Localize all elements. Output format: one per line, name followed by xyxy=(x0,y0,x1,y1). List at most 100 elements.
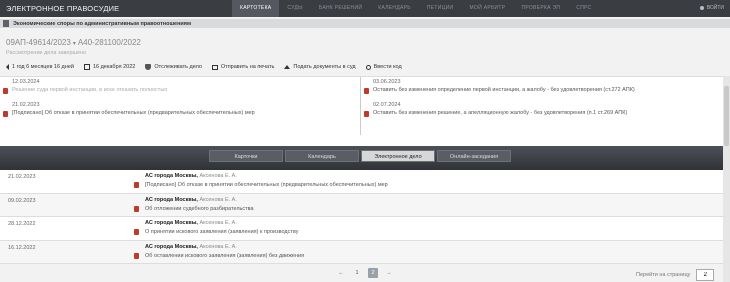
document-description[interactable]: Об отложении судебного разбирательства xyxy=(145,206,254,212)
case-number-primary[interactable]: 09АП-49614/2023 xyxy=(6,38,71,47)
document-icon xyxy=(3,20,9,27)
submit-documents-button[interactable]: Подать документы в суд xyxy=(284,64,356,70)
pdf-icon[interactable] xyxy=(134,229,139,235)
nav-item-my-arbiter[interactable]: МОЙ АРБИТР xyxy=(461,0,513,17)
document-description[interactable]: Об оставлении искового заявления (заявле… xyxy=(145,253,304,259)
goto-page-input[interactable] xyxy=(696,269,715,281)
instance-event[interactable]: 02.07.2024 Оставить без изменения решени… xyxy=(364,102,723,117)
instance-event[interactable]: 03.06.2023 Оставить без изменения опреде… xyxy=(364,79,723,94)
instance-event[interactable]: 21.02.2023 [Подписано] Об отказе в приня… xyxy=(3,102,360,117)
goto-page: Перейти на страницу xyxy=(636,269,715,281)
back-icon xyxy=(6,64,9,70)
document-date: 09.02.2023 xyxy=(8,197,36,204)
nav-item-decisions-bank[interactable]: БАНК РЕШЕНИЙ xyxy=(311,0,370,17)
tab-calendar[interactable]: Календарь xyxy=(285,150,359,162)
event-date: 12.03.2024 xyxy=(12,79,40,85)
document-description[interactable]: [Подписано] Об отказе в принятии обеспеч… xyxy=(145,182,388,188)
case-duration-label: 1 год 6 месяцев 16 дней xyxy=(12,64,74,70)
document-court: АС города Москвы, Аксенова Е. А. xyxy=(145,244,237,250)
court-name: АС города Москвы, xyxy=(145,220,198,226)
event-description: [Подписано] Об отказе в принятии обеспеч… xyxy=(12,110,255,116)
top-navigation-bar: ЭЛЕКТРОННОЕ ПРАВОСУДИЕ КАРТОТЕКА СУДЫ БА… xyxy=(0,0,730,17)
case-category-bar: Экономические споры по административным … xyxy=(0,19,730,28)
judge-name: Аксенова Е. А. xyxy=(197,243,237,250)
case-duration: 1 год 6 месяцев 16 дней xyxy=(6,64,74,70)
instance-event[interactable]: 12.03.2024 Решение суда первой инстанции… xyxy=(3,79,360,94)
next-page-button[interactable]: → xyxy=(384,268,394,278)
document-description[interactable]: О принятии искового заявления (заявления… xyxy=(145,229,298,235)
case-tabs: Карточки Календарь Электронное дело Онла… xyxy=(209,150,511,162)
track-case-button[interactable]: Отслеживать дело xyxy=(145,64,202,70)
login-label: ВОЙТИ xyxy=(706,5,724,11)
court-name: АС города Москвы, xyxy=(145,243,198,250)
case-date-label: 16 декабря 2022 xyxy=(92,64,136,70)
nav-item-courts[interactable]: СУДЫ xyxy=(279,0,310,17)
pdf-icon[interactable] xyxy=(134,252,139,259)
document-court: АС города Москвы, Аксенова Е. А. xyxy=(145,173,237,179)
main-nav: КАРТОТЕКА СУДЫ БАНК РЕШЕНИЙ КАЛЕНДАРЬ ПЕ… xyxy=(232,0,600,17)
site-logo[interactable]: ЭЛЕКТРОННОЕ ПРАВОСУДИЕ xyxy=(6,4,119,13)
list-item[interactable]: 16.12.2022 АС города Москвы, Аксенова Е.… xyxy=(0,240,723,264)
upload-icon xyxy=(284,65,291,69)
case-number: 09АП-49614/2023 ▾ А40-281100/2022 xyxy=(6,38,141,47)
event-date: 02.07.2024 xyxy=(373,102,401,108)
pdf-icon[interactable] xyxy=(134,205,139,212)
key-icon xyxy=(365,64,371,70)
print-icon xyxy=(211,64,218,70)
scrollbar-thumb[interactable] xyxy=(724,86,729,146)
list-item[interactable]: 28.12.2022 АС города Москвы, Аксенова Е.… xyxy=(0,217,723,241)
event-description: Решение суда первой инстанции, в иске от… xyxy=(12,87,168,93)
tab-electronic-case[interactable]: Электронное дело xyxy=(361,150,435,162)
prev-page-button[interactable]: ← xyxy=(336,268,346,278)
calendar-icon xyxy=(83,64,90,70)
submit-documents-label: Подать документы в суд xyxy=(293,64,356,70)
goto-page-label: Перейти на страницу xyxy=(636,272,691,278)
case-toolbar: 1 год 6 месяцев 16 дней 16 декабря 2022 … xyxy=(6,64,402,70)
document-date: 28.12.2022 xyxy=(8,221,36,227)
event-description: Оставить без изменения решение, а апелля… xyxy=(373,110,628,116)
print-label: Отправить на печать xyxy=(220,64,275,70)
event-date: 21.02.2023 xyxy=(12,102,40,108)
page-2-button[interactable]: 2 xyxy=(368,268,378,278)
judge-name: Аксенова Е. А. xyxy=(197,220,237,226)
court-name: АС города Москвы, xyxy=(145,173,198,179)
list-item[interactable]: 09.02.2023 АС города Москвы, Аксенова Е.… xyxy=(0,193,723,217)
case-header: 09АП-49614/2023 ▾ А40-281100/2022 Рассмотр… xyxy=(6,38,141,56)
pdf-icon[interactable] xyxy=(3,88,8,94)
pagination-buttons: ← 1 2 → xyxy=(336,268,394,278)
document-date: 16.12.2022 xyxy=(8,244,36,251)
page-1-button[interactable]: 1 xyxy=(352,268,362,278)
nav-item-signature-check[interactable]: ПРОВЕРКА ЭП xyxy=(513,0,568,17)
pdf-icon[interactable] xyxy=(134,182,139,188)
court-name: АС города Москвы, xyxy=(145,196,198,203)
user-icon xyxy=(699,6,704,10)
pdf-icon[interactable] xyxy=(3,111,8,117)
appeal-instance-column: 03.06.2023 Оставить без изменения опреде… xyxy=(360,77,723,135)
event-description: Оставить без изменения определение перво… xyxy=(373,87,635,93)
page-scrollbar[interactable] xyxy=(723,76,730,282)
pagination: ← 1 2 → Перейти на страницу xyxy=(0,266,723,282)
instances-panel: 12.03.2024 Решение суда первой инстанции… xyxy=(0,76,723,146)
shield-icon xyxy=(145,64,152,70)
judge-name: Аксенова Е. А. xyxy=(197,196,237,203)
chevron-down-icon[interactable]: ▾ xyxy=(73,41,76,47)
enter-code-button[interactable]: Ввести код xyxy=(365,64,402,70)
login-link[interactable]: ВОЙТИ xyxy=(699,5,724,11)
nav-item-sprs[interactable]: СПРС xyxy=(568,0,599,17)
document-court: АС города Москвы, Аксенова Е. А. xyxy=(145,197,237,203)
case-category: Экономические споры по административным … xyxy=(13,20,192,27)
first-instance-column: 12.03.2024 Решение суда первой инстанции… xyxy=(0,77,360,117)
event-date: 03.06.2023 xyxy=(373,79,401,85)
pdf-icon[interactable] xyxy=(364,88,369,94)
nav-item-calendar[interactable]: КАЛЕНДАРЬ xyxy=(370,0,419,17)
nav-item-petitions[interactable]: ПЕТИЦИИ xyxy=(419,0,462,17)
tab-online-hearings[interactable]: Онлайн-заседания xyxy=(437,150,511,162)
print-button[interactable]: Отправить на печать xyxy=(211,64,275,70)
tab-cards[interactable]: Карточки xyxy=(209,150,283,162)
nav-item-kartoteka[interactable]: КАРТОТЕКА xyxy=(232,0,280,17)
documents-list: 21.02.2023 АС города Москвы, Аксенова Е.… xyxy=(0,170,723,264)
case-number-secondary[interactable]: А40-281100/2022 xyxy=(78,38,141,47)
list-item[interactable]: 21.02.2023 АС города Москвы, Аксенова Е.… xyxy=(0,170,723,194)
document-court: АС города Москвы, Аксенова Е. А. xyxy=(145,220,237,226)
pdf-icon[interactable] xyxy=(364,111,369,117)
